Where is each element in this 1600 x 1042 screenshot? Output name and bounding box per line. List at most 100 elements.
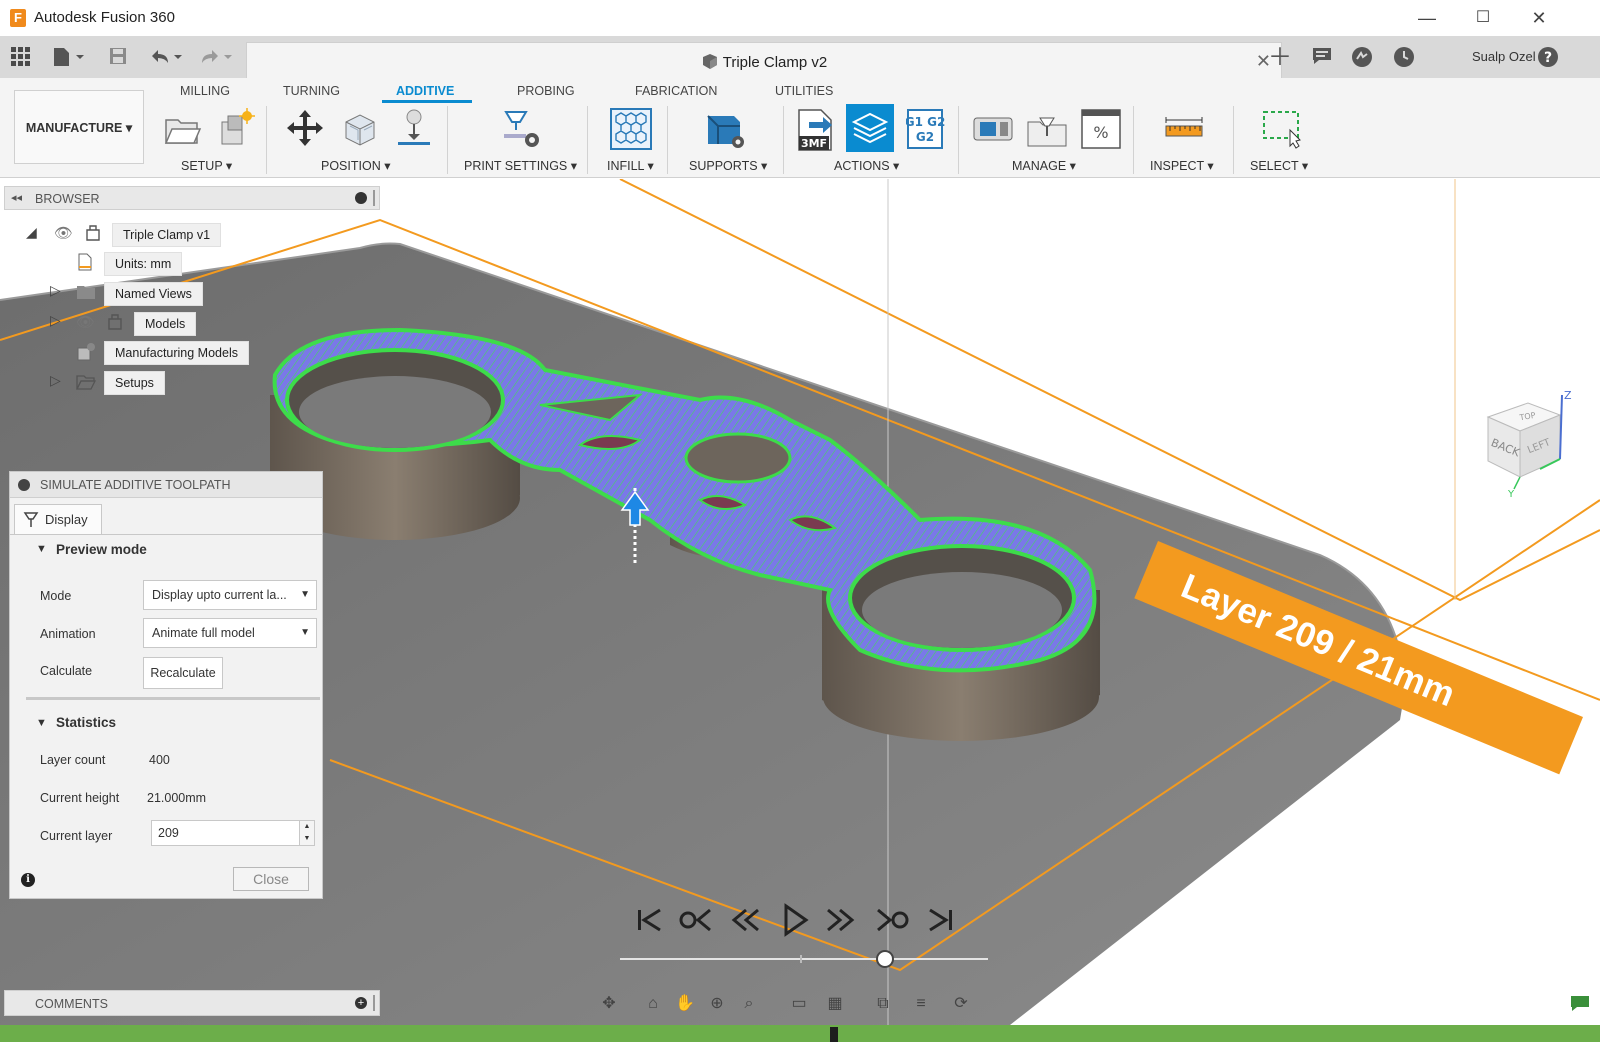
orbit-move-icon[interactable]: ✥ xyxy=(596,992,622,1016)
tab-probing[interactable]: PROBING xyxy=(517,84,575,98)
move-icon[interactable] xyxy=(285,108,325,148)
models-eye-visibility-icon[interactable]: 👁 xyxy=(76,313,95,331)
tab-additive[interactable]: ADDITIVE xyxy=(396,84,454,98)
maximize-button[interactable]: ☐ xyxy=(1460,4,1506,32)
step-forward-icon[interactable] xyxy=(820,900,860,940)
job-status-icon[interactable] xyxy=(1350,46,1374,70)
zoom-window-icon[interactable]: ⌕ xyxy=(736,992,762,1016)
collapse-tree-icon[interactable]: ◢ xyxy=(26,224,37,241)
dialog-collapse-icon[interactable] xyxy=(18,479,30,491)
expand-named-views-icon[interactable]: ▷ xyxy=(50,282,61,299)
simulate-toolpath-icon[interactable] xyxy=(846,104,896,154)
save-icon[interactable] xyxy=(108,46,128,68)
feedback-chat-icon[interactable] xyxy=(1570,995,1590,1013)
user-account-button[interactable]: Sualp Ozel xyxy=(1472,49,1536,64)
tree-item-root-component[interactable]: Triple Clamp v1 xyxy=(112,223,222,247)
place-parts-icon[interactable] xyxy=(340,108,380,148)
print-settings-icon[interactable] xyxy=(500,108,540,148)
infill-group-label[interactable]: INFILL ▾ xyxy=(607,158,654,173)
comments-panel[interactable]: COMMENTS + xyxy=(4,990,380,1016)
section-analysis-icon[interactable]: ≡ xyxy=(908,992,934,1016)
tree-item-manufacturing-models[interactable]: Manufacturing Models xyxy=(104,341,249,365)
gcode-post-icon[interactable]: G1 G2 G2 xyxy=(905,108,946,149)
folder-open-icon xyxy=(75,373,97,391)
tree-item-units[interactable]: Units: mm xyxy=(104,252,183,276)
zoom-icon[interactable]: ⊕ xyxy=(704,992,730,1016)
supports-icon[interactable] xyxy=(704,108,744,148)
new-setup-icon[interactable] xyxy=(214,108,255,148)
expand-setups-icon[interactable]: ▷ xyxy=(50,372,61,389)
timeline-slider-handle[interactable] xyxy=(875,950,894,968)
add-comment-icon[interactable]: + xyxy=(355,997,367,1009)
tree-item-models[interactable]: Models xyxy=(134,312,197,336)
new-tab-icon[interactable]: ＋ xyxy=(1268,46,1292,70)
browser-minimize-icon[interactable] xyxy=(355,192,367,204)
position-group-label[interactable]: POSITION ▾ xyxy=(321,158,390,173)
redo-icon[interactable] xyxy=(198,46,236,68)
supports-group-label[interactable]: SUPPORTS ▾ xyxy=(689,158,767,173)
preview-section-toggle-icon[interactable]: ▼ xyxy=(36,543,47,555)
statistics-section-title[interactable]: Statistics xyxy=(56,715,116,730)
viewcube[interactable]: TOP BACK LEFT Z Y xyxy=(1478,389,1588,500)
expand-models-icon[interactable]: ▷ xyxy=(50,312,61,329)
close-window-button[interactable]: ✕ xyxy=(1516,4,1562,32)
previous-keyframe-icon[interactable] xyxy=(676,900,716,940)
document-tab[interactable]: Triple Clamp v2 ✕ xyxy=(246,42,1282,78)
timeline-track[interactable] xyxy=(620,955,988,963)
tab-milling[interactable]: MILLING xyxy=(180,84,230,98)
current-layer-stepper[interactable]: ▲ ▼ xyxy=(299,820,315,846)
help-icon[interactable]: ? xyxy=(1536,46,1560,70)
current-layer-input[interactable]: 209 xyxy=(151,820,301,846)
go-to-end-icon[interactable] xyxy=(920,900,960,940)
minimize-button[interactable]: — xyxy=(1404,4,1450,32)
statistics-section-toggle-icon[interactable]: ▼ xyxy=(36,717,47,729)
eye-visibility-icon[interactable]: 👁 xyxy=(54,224,73,242)
refresh-view-icon[interactable]: ⟳ xyxy=(948,992,974,1016)
file-menu-icon[interactable] xyxy=(52,46,86,68)
actions-group-label[interactable]: ACTIONS ▾ xyxy=(834,158,899,173)
infill-icon[interactable] xyxy=(610,108,652,150)
measure-icon[interactable] xyxy=(1164,108,1204,148)
print-settings-group-label[interactable]: PRINT SETTINGS ▾ xyxy=(464,158,577,173)
open-folder-setup-icon[interactable] xyxy=(162,108,202,148)
app-grid-icon[interactable] xyxy=(10,46,30,68)
play-icon[interactable] xyxy=(774,900,814,940)
workspace-switcher[interactable]: MANUFACTURE ▾ xyxy=(14,90,144,164)
display-settings-icon[interactable]: ▭ xyxy=(786,992,812,1016)
collapse-panel-icon[interactable]: ◂◂ xyxy=(11,191,22,204)
drop-to-plate-icon[interactable] xyxy=(394,108,434,148)
tab-display[interactable]: Display xyxy=(14,504,102,534)
tree-item-named-views[interactable]: Named Views xyxy=(104,282,203,306)
select-group-label[interactable]: SELECT ▾ xyxy=(1250,158,1308,173)
comment-icon[interactable] xyxy=(1310,46,1334,70)
step-back-icon[interactable] xyxy=(726,900,766,940)
template-library-icon[interactable]: % xyxy=(1080,108,1121,149)
history-clock-icon[interactable] xyxy=(1392,46,1416,70)
browser-pin-handle[interactable] xyxy=(373,190,375,206)
tree-item-setups[interactable]: Setups xyxy=(104,371,165,395)
recalculate-button[interactable]: Recalculate xyxy=(143,657,223,689)
machine-library-icon[interactable] xyxy=(972,108,1013,148)
go-to-start-icon[interactable] xyxy=(630,900,670,940)
tab-turning[interactable]: TURNING xyxy=(283,84,340,98)
undo-icon[interactable] xyxy=(148,46,186,68)
select-box-icon[interactable] xyxy=(1262,108,1302,149)
animation-dropdown[interactable]: Animate full model ▼ xyxy=(143,618,317,648)
mode-dropdown[interactable]: Display upto current la... ▼ xyxy=(143,580,317,610)
info-icon[interactable]: i xyxy=(21,873,35,887)
tab-utilities[interactable]: UTILITIES xyxy=(775,84,833,98)
setup-group-label[interactable]: SETUP ▾ xyxy=(181,158,232,173)
look-at-icon[interactable]: ⌂ xyxy=(640,992,666,1016)
viewports-icon[interactable]: ⧉ xyxy=(870,992,896,1016)
tab-fabrication[interactable]: FABRICATION xyxy=(635,84,717,98)
comments-pin-handle[interactable] xyxy=(373,995,375,1011)
next-keyframe-icon[interactable] xyxy=(872,900,912,940)
close-dialog-button[interactable]: Close xyxy=(233,867,309,891)
print-setting-library-icon[interactable] xyxy=(1026,108,1067,148)
grid-settings-icon[interactable]: ▦ xyxy=(822,992,848,1016)
inspect-group-label[interactable]: INSPECT ▾ xyxy=(1150,158,1214,173)
preview-mode-section-title[interactable]: Preview mode xyxy=(56,542,147,557)
pan-hand-icon[interactable]: ✋ xyxy=(672,992,698,1016)
manage-group-label[interactable]: MANAGE ▾ xyxy=(1012,158,1076,173)
export-3mf-icon[interactable]: 3MF xyxy=(795,108,835,151)
